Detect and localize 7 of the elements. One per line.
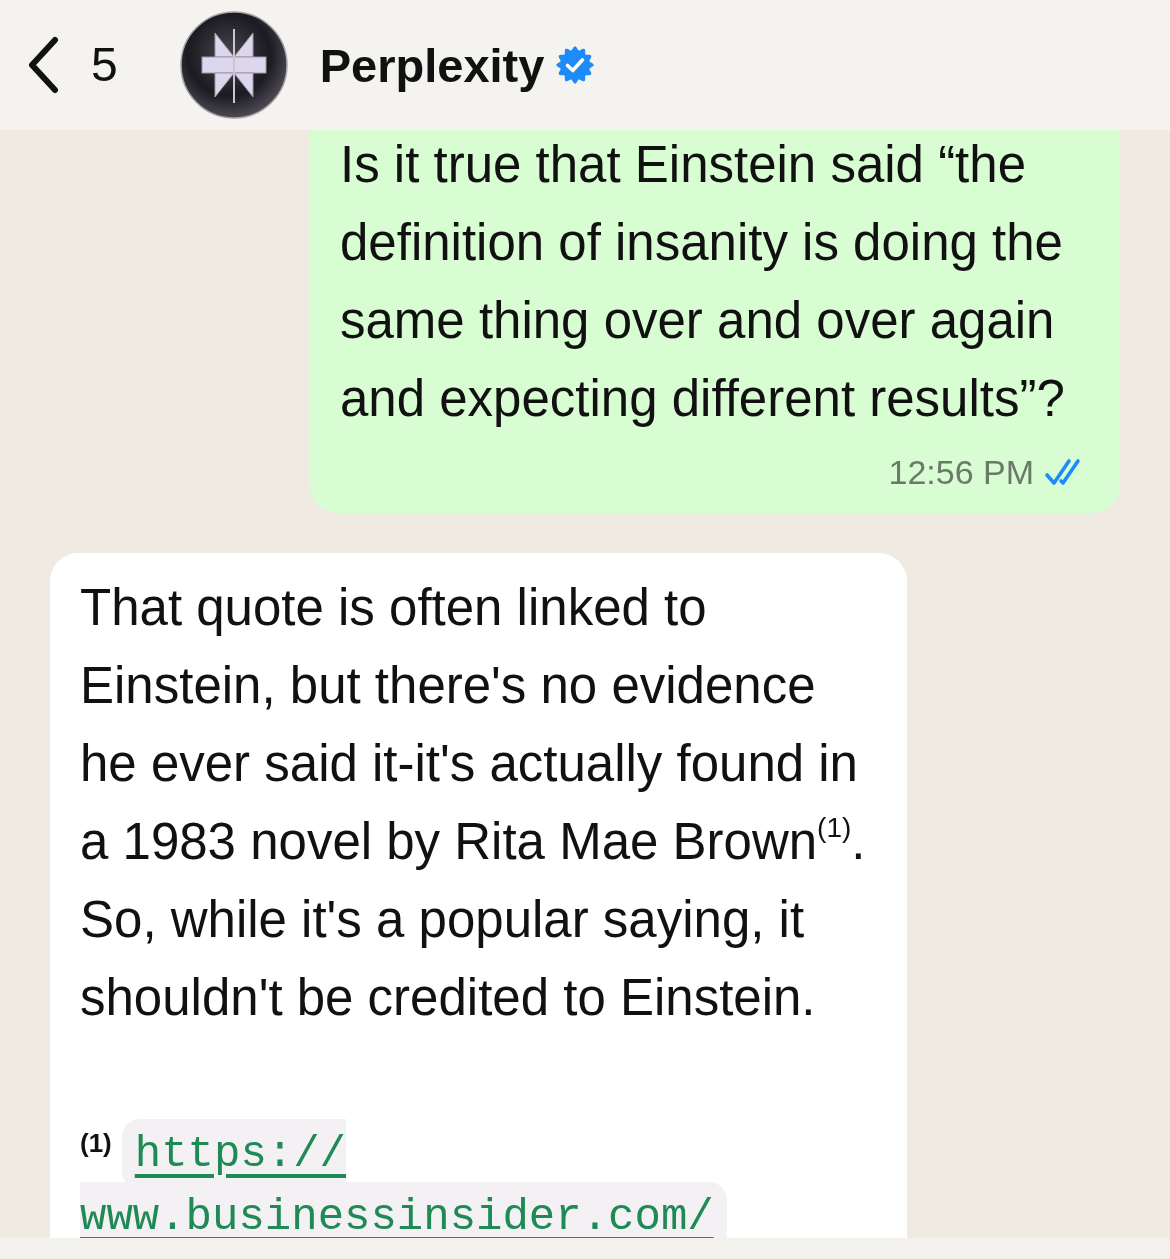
- chevron-left-icon: [26, 36, 60, 94]
- avatar-icon: [179, 11, 288, 119]
- message-text: That quote is often linked to Einstein, but there's no evidence he ever said it-it's actually found in a 1983 novel by Rita Mae Brown$^{(1)}$. So, while it's a popular saying, it shouldn't be credited to Einstein.: [80, 578, 867, 1028]
- footnote-marker: (1): [80, 1127, 112, 1160]
- message-time: 12:56 PM: [888, 452, 1034, 492]
- message-text: Is it true that Einstein said “the definition of insanity is doing the same thing over and over again and expecting different results”?: [340, 135, 1066, 429]
- back-button[interactable]: 5: [26, 36, 118, 94]
